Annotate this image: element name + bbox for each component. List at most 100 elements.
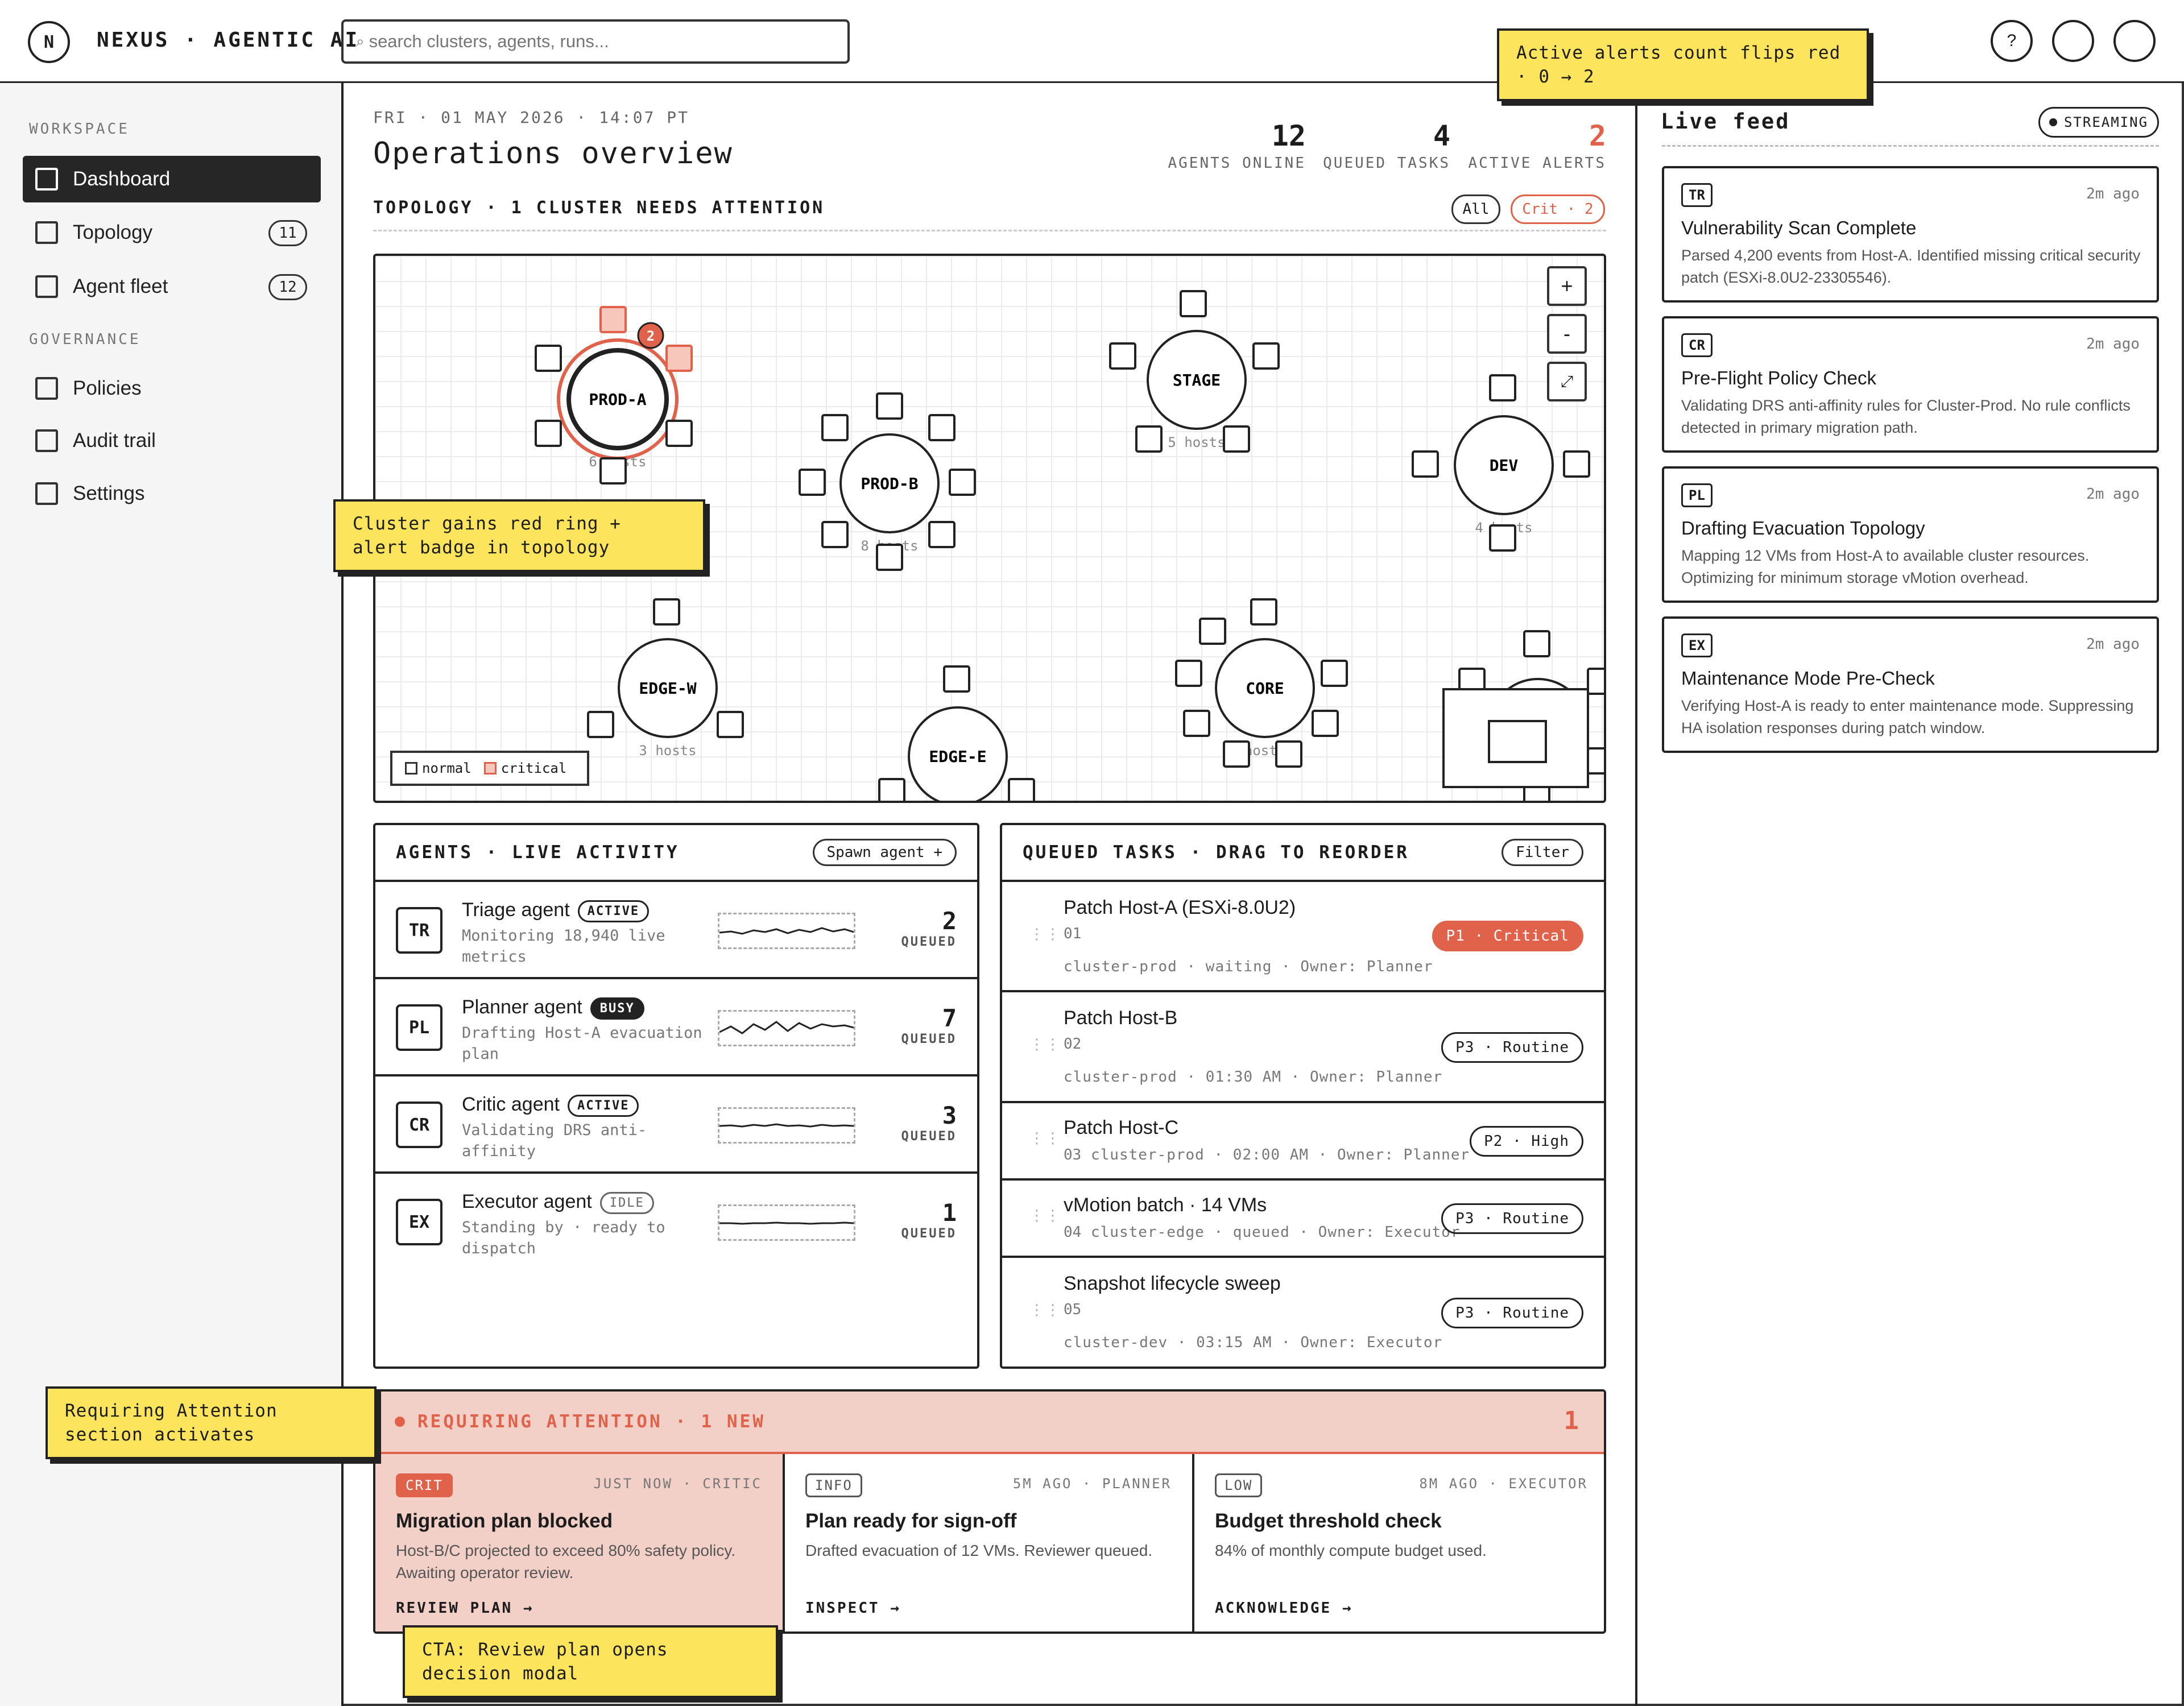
agent-row-triage[interactable]: TR Triage agent ACTIVE Monitoring 18,940 … — [375, 882, 977, 979]
logo[interactable]: N — [28, 21, 70, 63]
cluster-edge-w[interactable]: EDGE-W 3 hosts — [587, 598, 744, 759]
task-row[interactable]: ⋮⋮ Patch Host-C 03 cluster-prod · 02:00 … — [1002, 1103, 1604, 1181]
agent-row-planner[interactable]: PL Planner agent BUSY Drafting Host-A eva… — [375, 979, 977, 1076]
agent-desc: Validating DRS anti-affinity — [462, 1121, 647, 1160]
dashboard-icon — [35, 168, 58, 191]
review-plan-link[interactable]: REVIEW PLAN → — [396, 1600, 534, 1617]
task-row[interactable]: ⋮⋮ Patch Host-A (ESXi-8.0U2) 01 cluster-… — [1002, 882, 1604, 992]
sidebar-item-settings[interactable]: Settings — [23, 470, 321, 517]
priority-badge: P3 · Routine — [1441, 1298, 1583, 1328]
cluster-hosts: 5 hosts — [1168, 434, 1225, 450]
attention-card-crit[interactable]: CRIT JUST NOW · CRITIC Migration plan bl… — [375, 1454, 785, 1632]
agent-name: Executor agent IDLE — [462, 1191, 654, 1214]
sidebar-item-topology[interactable]: Topology 11 — [23, 209, 321, 256]
host-node — [1135, 425, 1163, 453]
agent-queued: 2 QUEUED — [901, 907, 957, 949]
search-icon: ⌕ — [356, 32, 365, 49]
alert-badge-count: 2 — [647, 328, 655, 344]
task-meta: cluster-dev · 03:15 AM · Owner: Executor — [1064, 1334, 1443, 1351]
zoom-in-button[interactable]: + — [1547, 266, 1587, 306]
filter-crit-pill[interactable]: Crit · 2 — [1511, 194, 1605, 224]
sidebar-item-dashboard[interactable]: Dashboard — [23, 156, 321, 202]
priority-badge: P2 · High — [1470, 1126, 1583, 1157]
task-row[interactable]: ⋮⋮ Snapshot lifecycle sweep 05 cluster-d… — [1002, 1258, 1604, 1364]
host-node — [535, 420, 562, 447]
task-row[interactable]: ⋮⋮ Patch Host-B 02 cluster-prod · 01:30 … — [1002, 992, 1604, 1103]
attention-card-low[interactable]: LOW 8M AGO · EXECUTOR Budget threshold c… — [1194, 1454, 1604, 1632]
search-box[interactable]: ⌕ — [341, 19, 850, 64]
agent-desc: Monitoring 18,940 live metrics — [462, 927, 665, 966]
host-node — [1109, 342, 1136, 370]
cluster-prod-a[interactable]: PROD-A 6 hosts 2 — [535, 306, 693, 485]
cluster-edge-e[interactable]: EDGE-E — [878, 665, 1035, 803]
cluster-prod-b[interactable]: PROD-B 8 hosts — [799, 392, 976, 571]
sidebar-section-workspace: WORKSPACE — [29, 121, 130, 138]
search-input[interactable] — [369, 31, 835, 52]
card-time: 8M AGO · EXECUTOR — [1419, 1476, 1588, 1492]
feed-item[interactable]: CR 2m ago Pre-Flight Policy Check Valida… — [1662, 316, 2159, 453]
sidebar-item-agent-fleet[interactable]: Agent fleet 12 — [23, 263, 321, 310]
feed-item[interactable]: PL 2m ago Drafting Evacuation Topology M… — [1662, 466, 2159, 603]
help-button[interactable]: ? — [1991, 20, 2033, 62]
agent-avatar: CR — [396, 1102, 442, 1148]
agent-avatar: PL — [396, 1004, 442, 1051]
notifications-button[interactable] — [2052, 20, 2094, 62]
host-node — [821, 414, 849, 441]
priority-badge: P1 · Critical — [1432, 921, 1583, 951]
legend-critical-label: critical — [500, 760, 567, 776]
host-node — [876, 544, 903, 571]
fit-view-icon[interactable]: ⤢ — [1547, 362, 1587, 401]
drag-handle-icon[interactable]: ⋮⋮ — [1029, 1131, 1060, 1145]
inspect-link[interactable]: INSPECT → — [805, 1600, 901, 1617]
stat-label: QUEUED TASKS — [1323, 155, 1450, 172]
drag-handle-icon[interactable]: ⋮⋮ — [1029, 1302, 1060, 1317]
cluster-label: CORE — [1246, 679, 1284, 698]
card-desc: Drafted evacuation of 12 VMs. Reviewer q… — [805, 1542, 1153, 1559]
minimap[interactable] — [1442, 688, 1589, 788]
sidebar-item-label: Agent fleet — [73, 275, 168, 297]
host-node — [943, 665, 970, 693]
drag-handle-icon[interactable]: ⋮⋮ — [1029, 1208, 1060, 1223]
cluster-stage[interactable]: STAGE 5 hosts — [1109, 290, 1280, 453]
zoom-out-button[interactable]: - — [1547, 314, 1587, 354]
spawn-agent-button[interactable]: Spawn agent + — [812, 839, 957, 866]
task-number: 05 — [1064, 1301, 1082, 1318]
filter-all-pill[interactable]: All — [1451, 194, 1500, 224]
agent-fleet-icon — [35, 275, 58, 298]
priority-badge: P3 · Routine — [1441, 1032, 1583, 1063]
feed-title-text: Pre-Flight Policy Check — [1681, 367, 1876, 388]
agent-row-critic[interactable]: CR Critic agent ACTIVE Validating DRS ant… — [375, 1076, 977, 1174]
attention-card-info[interactable]: INFO 5M AGO · PLANNER Plan ready for sig… — [785, 1454, 1194, 1632]
status-badge: ACTIVE — [577, 900, 650, 922]
stat-label: ACTIVE ALERTS — [1468, 155, 1606, 172]
tasks-panel-title: QUEUED TASKS · DRAG TO REORDER — [1023, 842, 1409, 863]
cluster-label: EDGE-E — [929, 747, 986, 766]
sidebar-item-policies[interactable]: Policies — [23, 365, 321, 412]
filter-button[interactable]: Filter — [1502, 839, 1583, 866]
host-node — [535, 345, 562, 372]
attention-count: 1 — [1563, 1406, 1581, 1435]
cluster-dev[interactable]: DEV 4 hosts — [1412, 374, 1590, 552]
activity-sparkline — [718, 913, 855, 949]
cluster-core[interactable]: CORE hosts — [1175, 598, 1348, 768]
sidebar: WORKSPACE Dashboard Topology 11 Agent fl… — [0, 83, 344, 1706]
host-node — [949, 469, 976, 496]
sidebar-section-governance: GOVERNANCE — [29, 331, 141, 348]
sidebar-item-audit-trail[interactable]: Audit trail — [23, 417, 321, 464]
agents-panel-title: AGENTS · LIVE ACTIVITY — [396, 842, 680, 863]
tasks-panel-header: QUEUED TASKS · DRAG TO REORDER Filter — [1002, 825, 1604, 882]
task-row[interactable]: ⋮⋮ vMotion batch · 14 VMs 04 cluster-edg… — [1002, 1181, 1604, 1258]
streaming-label: STREAMING — [2063, 114, 2149, 130]
feed-item[interactable]: TR 2m ago Vulnerability Scan Complete Pa… — [1662, 166, 2159, 303]
attention-title: REQUIRING ATTENTION · 1 NEW — [417, 1411, 766, 1432]
acknowledge-link[interactable]: ACKNOWLEDGE → — [1215, 1600, 1353, 1617]
feed-item[interactable]: EX 2m ago Maintenance Mode Pre-Check Ver… — [1662, 616, 2159, 753]
agent-name: Critic agent ACTIVE — [462, 1094, 639, 1117]
host-node — [1587, 668, 1604, 695]
task-number: 03 — [1064, 1146, 1082, 1163]
host-node — [876, 392, 903, 420]
drag-handle-icon[interactable]: ⋮⋮ — [1029, 1037, 1060, 1051]
drag-handle-icon[interactable]: ⋮⋮ — [1029, 926, 1060, 941]
agent-row-executor[interactable]: EX Executor agent IDLE Standing by · read… — [375, 1174, 977, 1271]
avatar[interactable] — [2113, 20, 2156, 62]
